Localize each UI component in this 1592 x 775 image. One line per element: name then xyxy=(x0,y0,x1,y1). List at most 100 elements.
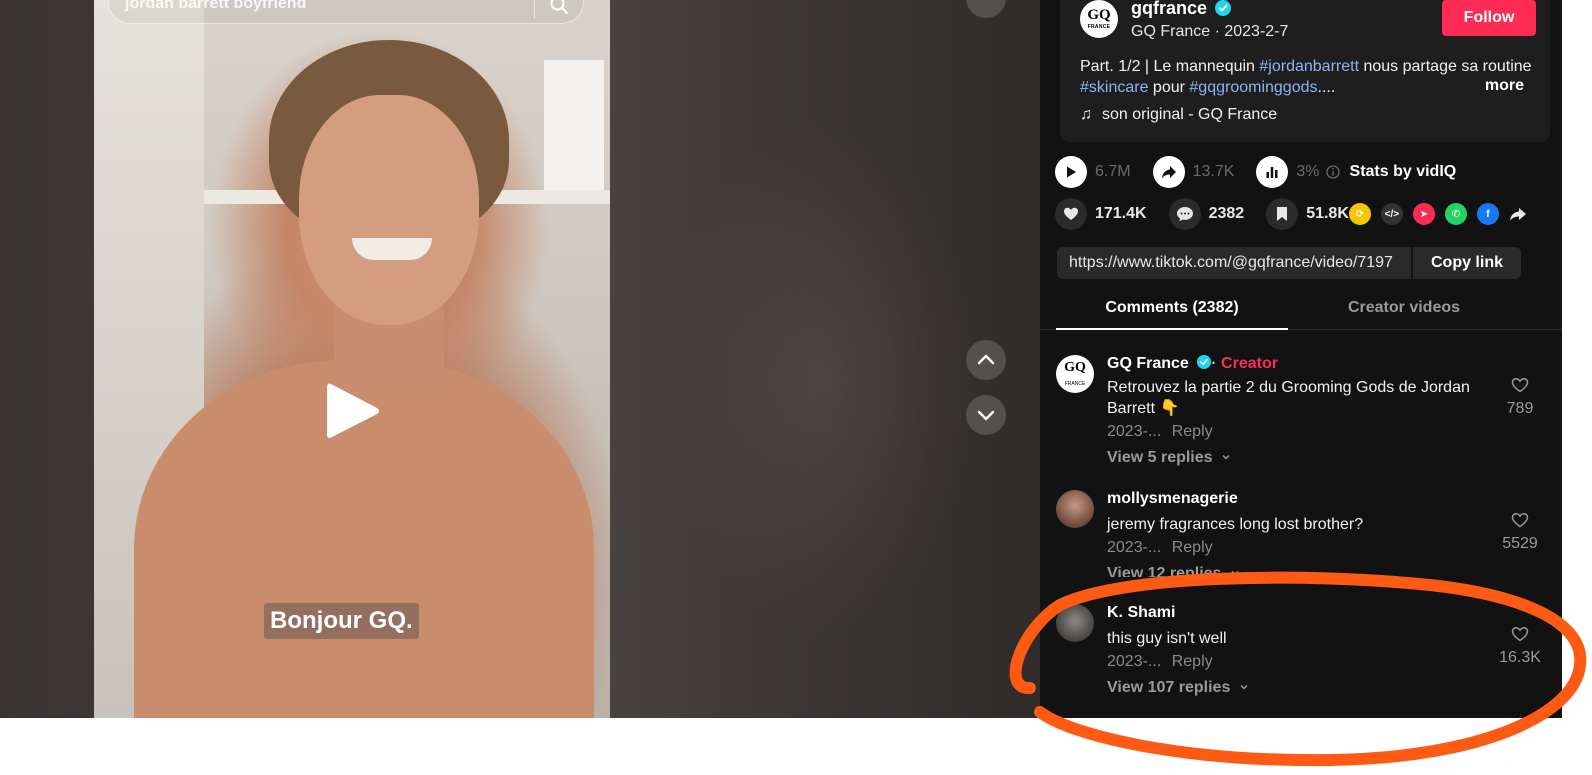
commenter-name[interactable]: K. Shami xyxy=(1107,604,1175,622)
hashtag-link[interactable]: #gqgroominggods xyxy=(1189,79,1317,96)
view-replies-label: View 107 replies xyxy=(1107,679,1231,696)
author-handle[interactable]: gqfrance xyxy=(1131,0,1207,19)
chevron-down-icon xyxy=(1231,570,1239,576)
search-divider xyxy=(534,0,535,19)
commenter-avatar[interactable] xyxy=(1056,604,1094,642)
avatar-logo-subtext: FRANCE xyxy=(1087,24,1111,30)
commenter-name[interactable]: GQ France · Creator xyxy=(1107,355,1278,373)
description-text: nous partage sa routine xyxy=(1359,58,1532,75)
reply-button[interactable]: Reply xyxy=(1172,423,1213,440)
comment-like-count: 16.3K xyxy=(1499,649,1541,666)
verified-badge-icon xyxy=(1197,355,1212,369)
save-count: 51.8K xyxy=(1306,205,1349,222)
heart-icon xyxy=(1064,207,1078,220)
repost-icon[interactable]: ⟳ xyxy=(1348,203,1371,225)
view-replies-label: View 12 replies xyxy=(1107,565,1222,577)
next-video-button[interactable] xyxy=(966,395,1006,435)
comment-text: jeremy fragrances long lost brother? xyxy=(1107,516,1364,533)
video-area[interactable]: jordan barrett boyfriend Bonjour GQ. xyxy=(0,0,1040,718)
heart-outline-icon xyxy=(1511,378,1529,393)
description-text: Part. 1/2 | Le mannequin xyxy=(1080,58,1260,75)
more-options-button[interactable] xyxy=(966,0,1006,18)
search-bar[interactable]: jordan barrett boyfriend xyxy=(108,0,584,24)
comment-text: Retrouvez la partie 2 du Grooming Gods d… xyxy=(1107,379,1470,417)
send-to-friends-icon[interactable]: ➤ xyxy=(1412,203,1435,225)
chevron-down-icon xyxy=(1222,454,1230,460)
actions-row: 171.4K 2382 51.8K ⟳ </> ➤ ✆ f xyxy=(1055,196,1527,232)
comment-meta: 2023-... Reply xyxy=(1107,653,1213,671)
video-subject-smile xyxy=(352,238,432,260)
stats-bar-icon xyxy=(1256,156,1289,188)
comment-like-button[interactable]: 16.3K xyxy=(1490,626,1550,667)
like-button[interactable] xyxy=(1055,198,1087,230)
name-separator: · xyxy=(1211,355,1217,372)
vidiq-stats-link[interactable]: Stats by vidIQ xyxy=(1350,163,1457,181)
whatsapp-icon[interactable]: ✆ xyxy=(1444,203,1467,225)
copy-link-button[interactable]: Copy link xyxy=(1411,247,1521,279)
commenter-avatar[interactable] xyxy=(1056,490,1094,528)
play-count-icon xyxy=(1055,156,1087,188)
comment-item: K. Shami this guy isn't well 2023-... Re… xyxy=(1040,604,1562,704)
music-link[interactable]: ♫ son original - GQ France xyxy=(1080,106,1277,124)
heart-outline-icon xyxy=(1511,627,1529,642)
reply-button[interactable]: Reply xyxy=(1172,539,1213,556)
view-replies-button[interactable]: View 5 replies xyxy=(1107,449,1231,467)
previous-video-button[interactable] xyxy=(966,340,1006,380)
comment-date: 2023-... xyxy=(1107,423,1162,440)
video-subject-face xyxy=(299,95,479,325)
comment-item: GQ FRANCE GQ France · Creator Retrouvez … xyxy=(1040,355,1562,475)
play-count: 6.7M xyxy=(1095,163,1131,180)
view-replies-label: View 5 replies xyxy=(1107,449,1213,466)
commenter-avatar[interactable]: GQ FRANCE xyxy=(1056,355,1094,393)
avatar-logo-text: GQ xyxy=(1087,7,1111,23)
video-link-url[interactable]: https://www.tiktok.com/@gqfrance/video/7… xyxy=(1069,254,1409,272)
search-icon[interactable] xyxy=(549,0,569,15)
bookmark-icon xyxy=(1277,207,1288,221)
share-count: 13.7K xyxy=(1192,163,1235,180)
comment-like-button[interactable]: 789 xyxy=(1490,377,1550,418)
page-scrollbar-area[interactable] xyxy=(1562,0,1592,718)
comment-text: this guy isn't well xyxy=(1107,630,1227,647)
share-count-icon xyxy=(1152,156,1185,188)
description-more-button[interactable]: more xyxy=(1485,77,1524,95)
avatar-logo-text: GQ xyxy=(1064,360,1086,375)
like-count: 171.4K xyxy=(1095,205,1147,222)
chevron-down-icon xyxy=(1240,684,1248,690)
hashtag-link[interactable]: #jordanbarrett xyxy=(1259,58,1359,75)
play-icon[interactable] xyxy=(325,380,381,442)
embed-code-icon[interactable]: </> xyxy=(1380,203,1403,225)
comment-like-count: 5529 xyxy=(1502,535,1538,552)
description-text: pour xyxy=(1148,79,1190,96)
view-replies-button[interactable]: View 12 replies xyxy=(1107,565,1240,577)
comment-tabs: Comments (2382) Creator videos xyxy=(1040,292,1562,330)
video-background-box xyxy=(544,60,604,190)
tab-creator-videos[interactable]: Creator videos xyxy=(1288,292,1520,330)
music-note-icon: ♫ xyxy=(1080,106,1092,123)
comment-meta: 2023-... Reply xyxy=(1107,423,1213,441)
reply-button[interactable]: Reply xyxy=(1172,653,1213,670)
commenter-name[interactable]: mollysmenagerie xyxy=(1107,490,1238,508)
side-panel: GQ FRANCE gqfrance GQ France · 2023-2-7 … xyxy=(1040,0,1562,718)
chevron-up-icon xyxy=(977,354,995,365)
facebook-icon[interactable]: f xyxy=(1476,203,1499,225)
comment-like-button[interactable]: 5529 xyxy=(1490,512,1550,553)
video-description: Part. 1/2 | Le mannequin #jordanbarrett … xyxy=(1080,56,1540,98)
verified-badge-icon xyxy=(1215,0,1231,16)
author-avatar[interactable]: GQ FRANCE xyxy=(1080,0,1118,38)
video-description-card: GQ FRANCE gqfrance GQ France · 2023-2-7 … xyxy=(1060,0,1550,142)
commenter-name-text: GQ France xyxy=(1107,355,1189,372)
chevron-down-icon xyxy=(977,410,995,421)
creator-badge: Creator xyxy=(1221,355,1278,372)
tab-comments[interactable]: Comments (2382) xyxy=(1056,292,1288,330)
search-input[interactable]: jordan barrett boyfriend xyxy=(125,0,306,13)
info-icon[interactable] xyxy=(1325,165,1340,179)
follow-button[interactable]: Follow xyxy=(1442,0,1536,36)
save-button[interactable] xyxy=(1266,198,1299,230)
more-share-icon[interactable] xyxy=(1509,206,1527,222)
comment-button[interactable] xyxy=(1168,198,1201,230)
hashtag-link[interactable]: #skincare xyxy=(1080,79,1148,96)
comment-like-count: 789 xyxy=(1506,400,1534,417)
view-replies-button[interactable]: View 107 replies xyxy=(1107,679,1249,697)
avatar-logo-subtext: FRANCE xyxy=(1064,381,1086,387)
music-title: son original - GQ France xyxy=(1102,106,1278,123)
